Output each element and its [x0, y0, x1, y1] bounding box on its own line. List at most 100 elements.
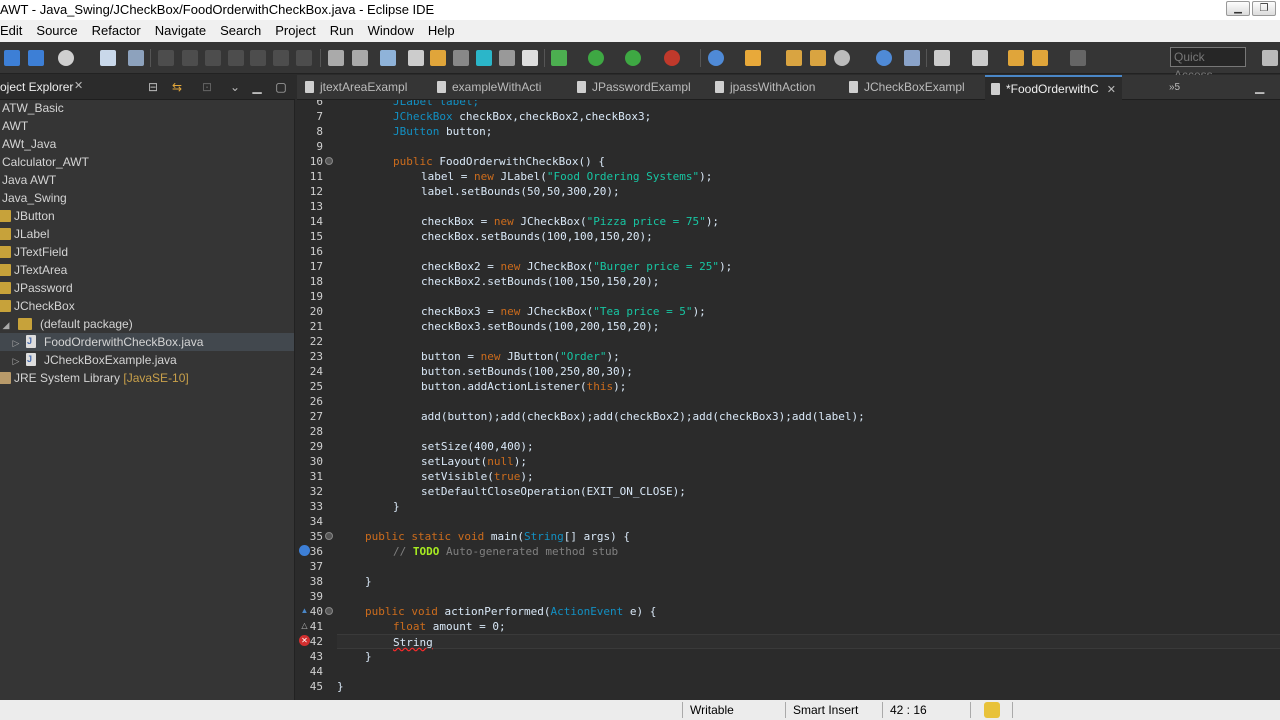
tree-item-jcheckbox[interactable]: JCheckBox [0, 297, 294, 315]
tree-item-jlabel[interactable]: JLabel [0, 225, 294, 243]
coverage-icon[interactable] [625, 50, 641, 66]
line-number: 18 [309, 275, 323, 288]
menu-source[interactable]: Source [29, 20, 84, 42]
tree-item-default-package[interactable]: ◢ (default package) [0, 315, 294, 333]
skip-breakpoints-icon[interactable] [128, 50, 144, 66]
code-line-38: } [365, 575, 372, 588]
fold-toggle-icon[interactable] [325, 607, 333, 615]
explorer-title[interactable]: oject Explorer [0, 80, 73, 94]
tab-jpasswithaction[interactable]: jpassWithAction [715, 75, 815, 100]
next-annotation-icon[interactable] [934, 50, 950, 66]
tree-item-jtextarea[interactable]: JTextArea [0, 261, 294, 279]
menu-help[interactable]: Help [421, 20, 462, 42]
tabs-overflow[interactable]: »5 [1169, 75, 1180, 100]
menu-project[interactable]: Project [268, 20, 322, 42]
open-perspective-icon[interactable] [1262, 50, 1278, 66]
tree-item-jbutton[interactable]: JButton [0, 207, 294, 225]
collapse-all-icon[interactable]: ⊟ [146, 80, 160, 94]
quick-access-input[interactable]: Quick Access [1170, 47, 1246, 82]
block-selection-icon[interactable] [453, 50, 469, 66]
warning-marker-icon[interactable]: △ [299, 620, 310, 631]
breakpoint-marker-icon[interactable] [299, 545, 310, 556]
minimize-editor-icon[interactable]: ▁ [1255, 75, 1264, 100]
step-over-icon[interactable] [273, 50, 289, 66]
menu-search[interactable]: Search [213, 20, 268, 42]
annotation-icon[interactable] [904, 50, 920, 66]
minimize-button[interactable]: ▁ [1226, 1, 1250, 16]
sync-icon[interactable] [984, 702, 1000, 718]
pilcrow-icon[interactable] [522, 50, 538, 66]
fold-toggle-icon[interactable] [325, 157, 333, 165]
new-class-icon[interactable] [745, 50, 761, 66]
debug-icon[interactable] [551, 50, 567, 66]
tree-item-foodorder-java[interactable]: ▷ FoodOrderwithCheckBox.java [0, 332, 294, 352]
tree-item-java-awt[interactable]: Java AWT [2, 171, 296, 189]
word-wrap-icon[interactable] [476, 50, 492, 66]
tree-item-awt-java[interactable]: AWt_Java [2, 135, 296, 153]
close-icon[interactable]: ✕ [74, 79, 83, 92]
override-marker-icon[interactable]: ▲ [299, 605, 310, 616]
open-console-icon[interactable] [328, 50, 344, 66]
forward-arrow-icon[interactable] [1070, 50, 1086, 66]
link-editor-icon[interactable]: ⇆ [170, 80, 184, 94]
suspend-icon[interactable] [182, 50, 198, 66]
back-arrow-icon[interactable] [1032, 50, 1048, 66]
last-edit-icon[interactable] [1008, 50, 1024, 66]
globe-icon[interactable] [876, 50, 892, 66]
menu-refactor[interactable]: Refactor [85, 20, 148, 42]
step-into-icon[interactable] [250, 50, 266, 66]
code-line-42-current[interactable]: String [337, 634, 1280, 649]
toggle-mark-occurrences-icon[interactable] [408, 50, 424, 66]
debug-target-icon[interactable] [58, 50, 74, 66]
status-insert-mode[interactable]: Smart Insert [793, 703, 858, 717]
tree-item-calculator-awt[interactable]: Calculator_AWT [2, 153, 296, 171]
tree-item-awt[interactable]: AWT [2, 117, 296, 135]
search-icon[interactable] [834, 50, 850, 66]
code-editor[interactable]: 6 7 8 9 10 11 12 13 14 15 16 17 18 19 20… [297, 100, 1280, 700]
close-icon[interactable]: ✕ [1107, 84, 1116, 96]
tab-jtextareaexampl[interactable]: jtextAreaExampl [305, 75, 407, 100]
view-menu-icon[interactable]: ⌄ [228, 80, 242, 94]
minimize-view-icon[interactable]: ▁ [250, 80, 264, 94]
menu-edit[interactable]: Edit [0, 20, 29, 42]
tree-item-java-swing[interactable]: Java_Swing [2, 189, 296, 207]
focus-icon[interactable]: ⊡ [200, 80, 214, 94]
show-whitespace-icon[interactable] [499, 50, 515, 66]
terminate-icon[interactable] [205, 50, 221, 66]
tab-jcheckboxexampl[interactable]: JCheckBoxExampl [849, 75, 965, 100]
collapsed-arrow-icon[interactable]: ▷ [10, 334, 22, 352]
tree-item-jpassword[interactable]: JPassword [0, 279, 294, 297]
open-type-icon[interactable] [786, 50, 802, 66]
tab-jpasswordexampl[interactable]: JPasswordExampl [577, 75, 691, 100]
run-icon[interactable] [588, 50, 604, 66]
save-all-icon[interactable] [28, 50, 44, 66]
menu-navigate[interactable]: Navigate [148, 20, 213, 42]
collapsed-arrow-icon[interactable]: ▷ [10, 352, 22, 370]
step-return-icon[interactable] [296, 50, 312, 66]
open-folder-icon[interactable] [810, 50, 826, 66]
tree-item-jtextfield[interactable]: JTextField [0, 243, 294, 261]
tree-item-jre-library[interactable]: JRE System Library [JavaSE-10] [0, 369, 294, 387]
tab-foodorderwithc[interactable]: *FoodOrderwithC ✕ [985, 75, 1122, 100]
status-cursor-position[interactable]: 42 : 16 [890, 703, 927, 717]
save-icon[interactable] [4, 50, 20, 66]
terminal-icon[interactable] [100, 50, 116, 66]
fold-toggle-icon[interactable] [325, 532, 333, 540]
menu-window[interactable]: Window [361, 20, 421, 42]
menu-run[interactable]: Run [323, 20, 361, 42]
highlight-icon[interactable] [430, 50, 446, 66]
tab-examplewithacti[interactable]: exampleWithActi [437, 75, 541, 100]
resume-icon[interactable] [158, 50, 174, 66]
disconnect-icon[interactable] [228, 50, 244, 66]
toggle-breadcrumb-icon[interactable] [380, 50, 396, 66]
tree-item-atw-basic[interactable]: ATW_Basic [2, 99, 296, 117]
previous-annotation-icon[interactable] [972, 50, 988, 66]
tree-item-jcheckboxexample-java[interactable]: ▷ JCheckBoxExample.java [0, 350, 294, 370]
external-tools-icon[interactable] [664, 50, 680, 66]
restore-button[interactable]: ❐ [1252, 1, 1276, 16]
open-task-icon[interactable] [352, 50, 368, 66]
new-java-project-icon[interactable] [708, 50, 724, 66]
error-marker-icon[interactable]: ✕ [299, 635, 310, 646]
maximize-view-icon[interactable]: ▢ [274, 80, 288, 94]
expand-arrow-icon[interactable]: ◢ [0, 316, 12, 334]
